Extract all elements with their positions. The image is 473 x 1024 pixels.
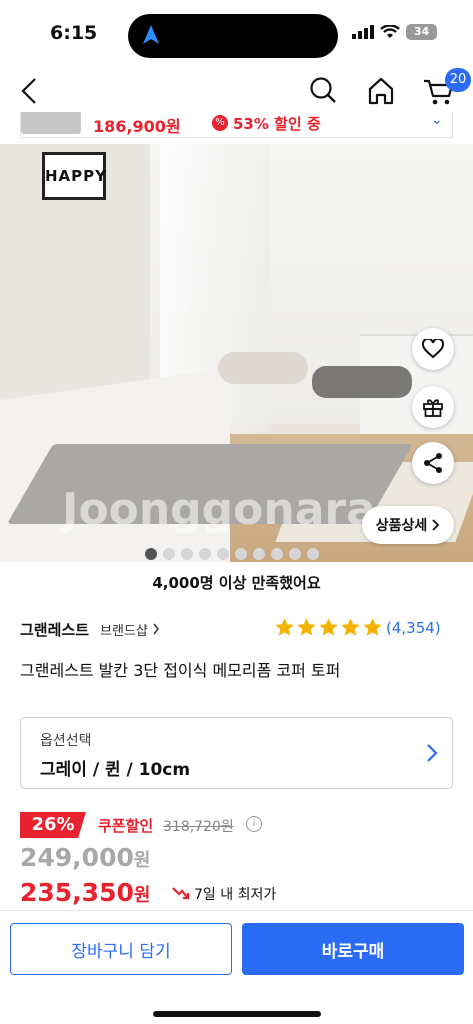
trend-down-icon [172, 887, 190, 900]
carousel-dots[interactable] [145, 548, 319, 560]
chevron-down-icon[interactable]: ⌄ [431, 112, 443, 128]
image-poster: HAPPY [42, 152, 106, 200]
mini-product-thumbnail [21, 112, 81, 134]
carousel-dot[interactable] [271, 548, 283, 560]
mini-product-bar[interactable]: 186,900원 % 53% 할인 중 ⌄ [20, 112, 453, 138]
carousel-dot[interactable] [163, 548, 175, 560]
add-to-cart-button[interactable]: 장바구니 담기 [10, 923, 232, 975]
image-pillow-dark [312, 366, 412, 398]
carousel-dot[interactable] [307, 548, 319, 560]
status-bar: 6:15 34 [0, 0, 473, 70]
status-indicators: 34 [352, 24, 437, 40]
carousel-dot[interactable] [289, 548, 301, 560]
chevron-right-icon [153, 623, 159, 635]
share-icon [424, 453, 442, 473]
star-icon [275, 618, 294, 636]
share-button[interactable] [412, 442, 454, 484]
gift-button[interactable] [412, 386, 454, 428]
carousel-dot[interactable] [253, 548, 265, 560]
brand-shop-label: 브랜드샵 [100, 624, 148, 639]
percent-icon: % [212, 115, 228, 131]
coupon-price-unit: 원 [133, 885, 151, 906]
signal-icon [352, 25, 374, 39]
back-arrow-icon[interactable] [16, 76, 44, 106]
carousel-dot[interactable] [217, 548, 229, 560]
review-count[interactable]: (4,354) [386, 619, 441, 637]
sale-price-unit: 원 [133, 850, 151, 871]
status-time: 6:15 [50, 22, 98, 44]
home-icon[interactable] [366, 76, 396, 106]
wifi-icon [380, 25, 400, 38]
product-image-carousel[interactable]: HAPPY Joonggonara 상품상세 [0, 144, 473, 562]
poster-text: HAPPY [45, 167, 108, 185]
sale-price-value: 249,000 [20, 843, 134, 872]
coupon-price-value: 235,350 [20, 878, 134, 907]
product-detail-button[interactable]: 상품상세 [362, 506, 454, 544]
coupon-label: 쿠폰할인 [98, 817, 154, 835]
brand-name[interactable]: 그랜레스트 [20, 619, 89, 640]
option-value: 그레이 / 퀸 / 10cm [40, 760, 191, 780]
star-icon [319, 618, 338, 636]
original-price: 318,720원 [163, 819, 234, 835]
star-icon [297, 618, 316, 636]
cart-count-badge: 20 [445, 68, 471, 92]
chevron-right-icon [427, 744, 438, 762]
heart-icon [422, 339, 444, 359]
coupon-price: 235,350원 [20, 878, 150, 907]
lowest-price-label: 7일 내 최저가 [194, 887, 277, 903]
image-pillow-light [218, 352, 308, 384]
battery-indicator: 34 [406, 24, 437, 40]
search-icon[interactable] [309, 76, 337, 104]
option-label: 옵션선택 [40, 733, 92, 749]
dynamic-island [128, 14, 338, 58]
option-select[interactable]: 옵션선택 그레이 / 퀸 / 10cm [20, 717, 453, 789]
brand-row: 그랜레스트 브랜드샵 (4,354) [20, 617, 453, 641]
mini-price: 186,900원 [93, 117, 181, 136]
gift-icon [423, 399, 443, 417]
top-nav: 20 [0, 68, 473, 112]
watermark: Joonggonara [62, 484, 376, 535]
carousel-dot[interactable] [235, 548, 247, 560]
buy-now-button[interactable]: 바로구매 [242, 923, 464, 975]
carousel-dot[interactable] [181, 548, 193, 560]
location-arrow-icon [143, 25, 159, 44]
product-detail-label: 상품상세 [375, 518, 428, 534]
star-icon [341, 618, 360, 636]
sale-price: 249,000원 [20, 843, 150, 872]
brand-shop-link[interactable]: 브랜드샵 [100, 620, 160, 639]
wishlist-button[interactable] [412, 328, 454, 370]
satisfaction-text: 4,000명 이상 만족했어요 [152, 574, 321, 592]
bottom-action-bar: 장바구니 담기 바로구매 [0, 910, 473, 1024]
discount-badge: 26% [20, 812, 86, 838]
info-icon[interactable]: i [246, 816, 262, 832]
mini-discount: 53% 할인 중 [233, 115, 321, 133]
rating-stars [274, 617, 383, 638]
lowest-price-tag: 7일 내 최저가 [172, 884, 276, 904]
home-indicator [153, 1011, 321, 1017]
product-title: 그랜레스트 발칸 3단 접이식 메모리폼 코퍼 토퍼 [20, 661, 341, 680]
carousel-dot[interactable] [145, 548, 157, 560]
star-icon [363, 618, 382, 636]
chevron-right-icon [432, 519, 440, 531]
carousel-dot[interactable] [199, 548, 211, 560]
